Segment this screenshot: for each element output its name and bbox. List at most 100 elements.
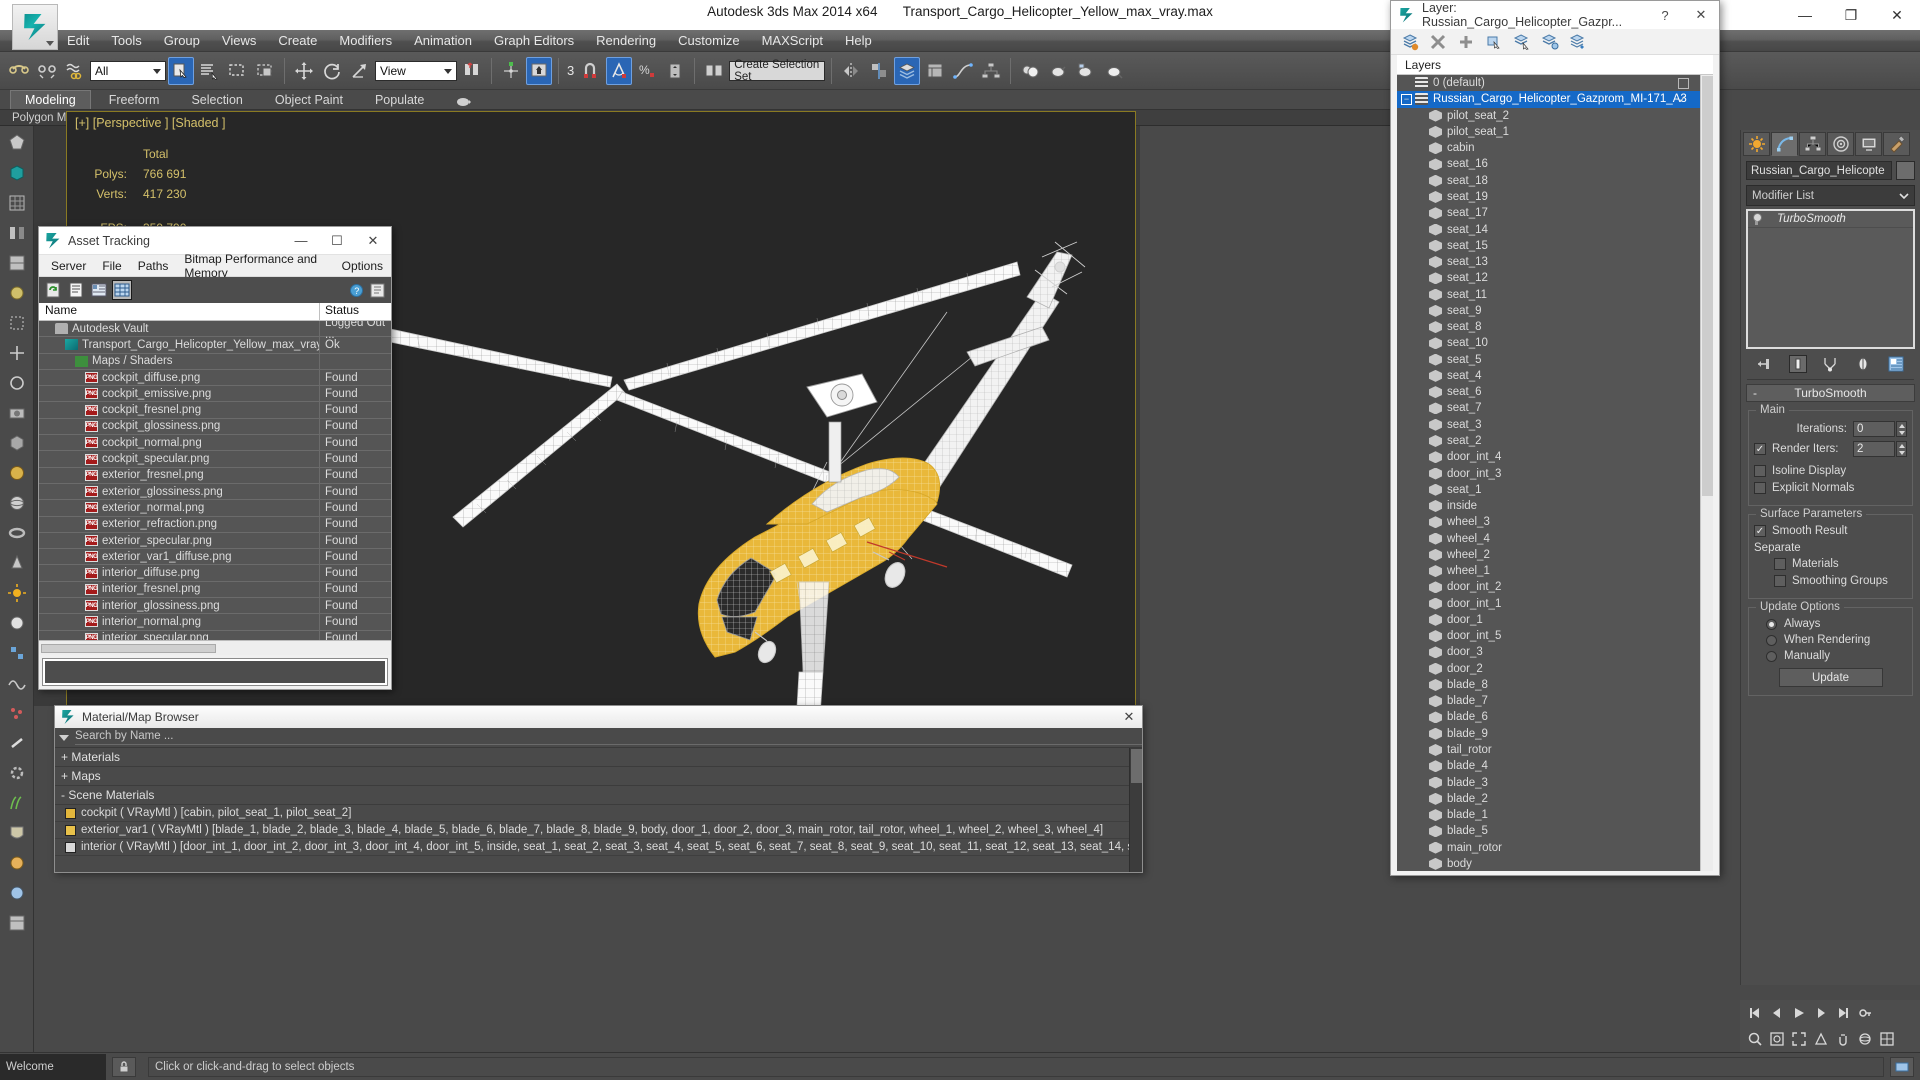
layer-vertical-scrollbar[interactable] [1700, 75, 1713, 871]
layer-list[interactable]: 0 (default) − Russian_Cargo_Helicopter_Gaz… [1397, 75, 1713, 871]
mmb-material-row[interactable]: cockpit ( VRayMtl ) [cabin, pilot_seat_1… [55, 805, 1142, 822]
layer-object-row[interactable]: wheel_3 [1397, 514, 1713, 530]
go-to-start-icon[interactable] [1746, 1004, 1764, 1022]
scrollbar-thumb[interactable] [1702, 76, 1713, 496]
pan-view-icon[interactable] [1834, 1030, 1852, 1048]
create-new-layer-icon[interactable] [1401, 33, 1419, 51]
layer-object-row[interactable]: seat_4 [1397, 368, 1713, 384]
render-iters-spinner[interactable] [1896, 441, 1907, 457]
smoothing-groups-checkbox[interactable] [1774, 575, 1786, 587]
tab-hierarchy[interactable] [1799, 132, 1826, 156]
graphite-modeling-tools-icon[interactable] [922, 57, 948, 85]
asset-row[interactable]: PNG exterior_fresnel.png Found [39, 467, 391, 484]
mmb-section-header[interactable]: + Maps [55, 767, 1142, 786]
materials-row[interactable]: Materials [1754, 558, 1907, 570]
select-layer-icon[interactable] [1513, 33, 1531, 51]
column-header-status[interactable]: Status [320, 303, 391, 320]
teal-box-icon[interactable] [4, 160, 30, 186]
asset-maximize-button[interactable]: ☐ [319, 233, 355, 249]
close-button[interactable]: ✕ [1874, 0, 1920, 30]
named-selection-sets-field[interactable]: Create Selection Set [729, 59, 826, 83]
next-frame-icon[interactable] [1812, 1004, 1830, 1022]
create-cylinder-icon[interactable] [4, 490, 30, 516]
layer-object-row[interactable]: seat_5 [1397, 352, 1713, 368]
mmb-vertical-scrollbar[interactable] [1129, 748, 1142, 872]
rotate-tool-icon[interactable] [4, 370, 30, 396]
iterations-input[interactable]: 0 [1853, 421, 1895, 437]
asset-row[interactable]: PNG interior_normal.png Found [39, 614, 391, 631]
layer-object-row[interactable]: blade_3 [1397, 774, 1713, 790]
layer-object-row[interactable]: blade_9 [1397, 726, 1713, 742]
reference-coordinate-system-combo[interactable]: View [375, 60, 457, 81]
asset-horizontal-scrollbar[interactable] [39, 640, 391, 655]
menu-item-group[interactable]: Group [153, 31, 211, 50]
ribbon-tab-selection[interactable]: Selection [177, 91, 256, 109]
layer-object-row[interactable]: pilot_seat_1 [1397, 124, 1713, 140]
layer-object-row[interactable]: seat_17 [1397, 205, 1713, 221]
render-iters-checkbox[interactable]: ✓ [1754, 443, 1766, 455]
asset-row[interactable]: PNG exterior_specular.png Found [39, 532, 391, 550]
always-radio[interactable] [1766, 618, 1777, 630]
render-setup-icon[interactable] [1045, 57, 1071, 85]
asset-row[interactable]: PNG interior_diffuse.png Found [39, 565, 391, 582]
helpers-icon[interactable] [4, 640, 30, 666]
asset-path-field[interactable] [42, 658, 388, 686]
make-unique-icon[interactable] [1821, 355, 1839, 373]
chevron-down-icon[interactable] [59, 734, 69, 741]
select-objects-in-layer-icon[interactable] [1485, 33, 1503, 51]
layer-object-row[interactable]: door_int_2 [1397, 579, 1713, 595]
asset-row[interactable]: PNG exterior_refraction.png Found [39, 516, 391, 533]
layer-object-row[interactable]: blade_7 [1397, 693, 1713, 709]
hair-fur-icon[interactable] [4, 790, 30, 816]
materials-checkbox[interactable] [1774, 558, 1786, 570]
camera-icon[interactable] [4, 610, 30, 636]
layer-help-button[interactable]: ? [1647, 8, 1683, 23]
layer-object-row[interactable]: wheel_1 [1397, 563, 1713, 579]
modifier-stack-item[interactable]: TurboSmooth [1748, 211, 1913, 228]
info-icon[interactable] [370, 283, 385, 298]
polygon-modeling-icon[interactable] [4, 130, 30, 156]
particle-icon[interactable] [4, 700, 30, 726]
align-icon[interactable] [866, 57, 892, 85]
detail-view-icon[interactable] [89, 280, 109, 300]
snap-toggle-icon[interactable] [578, 57, 604, 85]
select-by-name-icon[interactable] [196, 57, 222, 85]
configure-modifier-sets-icon[interactable] [1887, 355, 1905, 373]
mmb-material-row[interactable]: interior ( VRayMtl ) [door_int_1, door_i… [55, 839, 1142, 856]
create-box-icon[interactable] [4, 430, 30, 456]
layer-object-row[interactable]: door_int_5 [1397, 628, 1713, 644]
layer-object-row[interactable]: cabin [1397, 140, 1713, 156]
object-name-field[interactable]: Russian_Cargo_Helicopte [1746, 161, 1892, 180]
layer-object-row[interactable]: seat_1 [1397, 482, 1713, 498]
utility-icon[interactable] [4, 880, 30, 906]
render-production-icon[interactable] [1101, 57, 1127, 85]
always-radio-row[interactable]: Always [1754, 618, 1907, 630]
snapshot-icon[interactable] [4, 400, 30, 426]
select-and-scale-icon[interactable] [347, 57, 373, 85]
unlink-selection-icon[interactable] [34, 57, 60, 85]
window-crossing-toggle-icon[interactable] [252, 57, 278, 85]
layer-object-row[interactable]: blade_2 [1397, 791, 1713, 807]
pin-stack-icon[interactable] [1756, 355, 1774, 373]
tab-display[interactable] [1855, 132, 1882, 156]
layer-object-row[interactable]: body [1397, 856, 1713, 871]
asset-menu-file[interactable]: File [94, 257, 129, 275]
generate-topology-icon[interactable] [4, 190, 30, 216]
welcome-tab[interactable]: Welcome [0, 1053, 106, 1080]
tab-create[interactable] [1743, 132, 1770, 156]
asset-row[interactable]: PNG exterior_normal.png Found [39, 500, 391, 517]
asset-close-button[interactable]: ✕ [355, 233, 391, 249]
menu-item-tools[interactable]: Tools [100, 31, 152, 50]
ribbon-tab-freeform[interactable]: Freeform [95, 91, 174, 109]
create-torus-icon[interactable] [4, 520, 30, 546]
layer-object-row[interactable]: seat_11 [1397, 286, 1713, 302]
scene-explorer-icon[interactable] [4, 910, 30, 936]
freeform-icon[interactable] [4, 280, 30, 306]
menu-item-create[interactable]: Create [267, 31, 328, 50]
layer-object-row[interactable]: seat_18 [1397, 173, 1713, 189]
move-tool-icon[interactable] [4, 340, 30, 366]
iterations-spinner[interactable] [1896, 421, 1907, 437]
select-object-icon[interactable] [168, 56, 194, 85]
key-mode-icon[interactable] [1856, 1004, 1874, 1022]
menu-item-graph-editors[interactable]: Graph Editors [483, 31, 585, 50]
